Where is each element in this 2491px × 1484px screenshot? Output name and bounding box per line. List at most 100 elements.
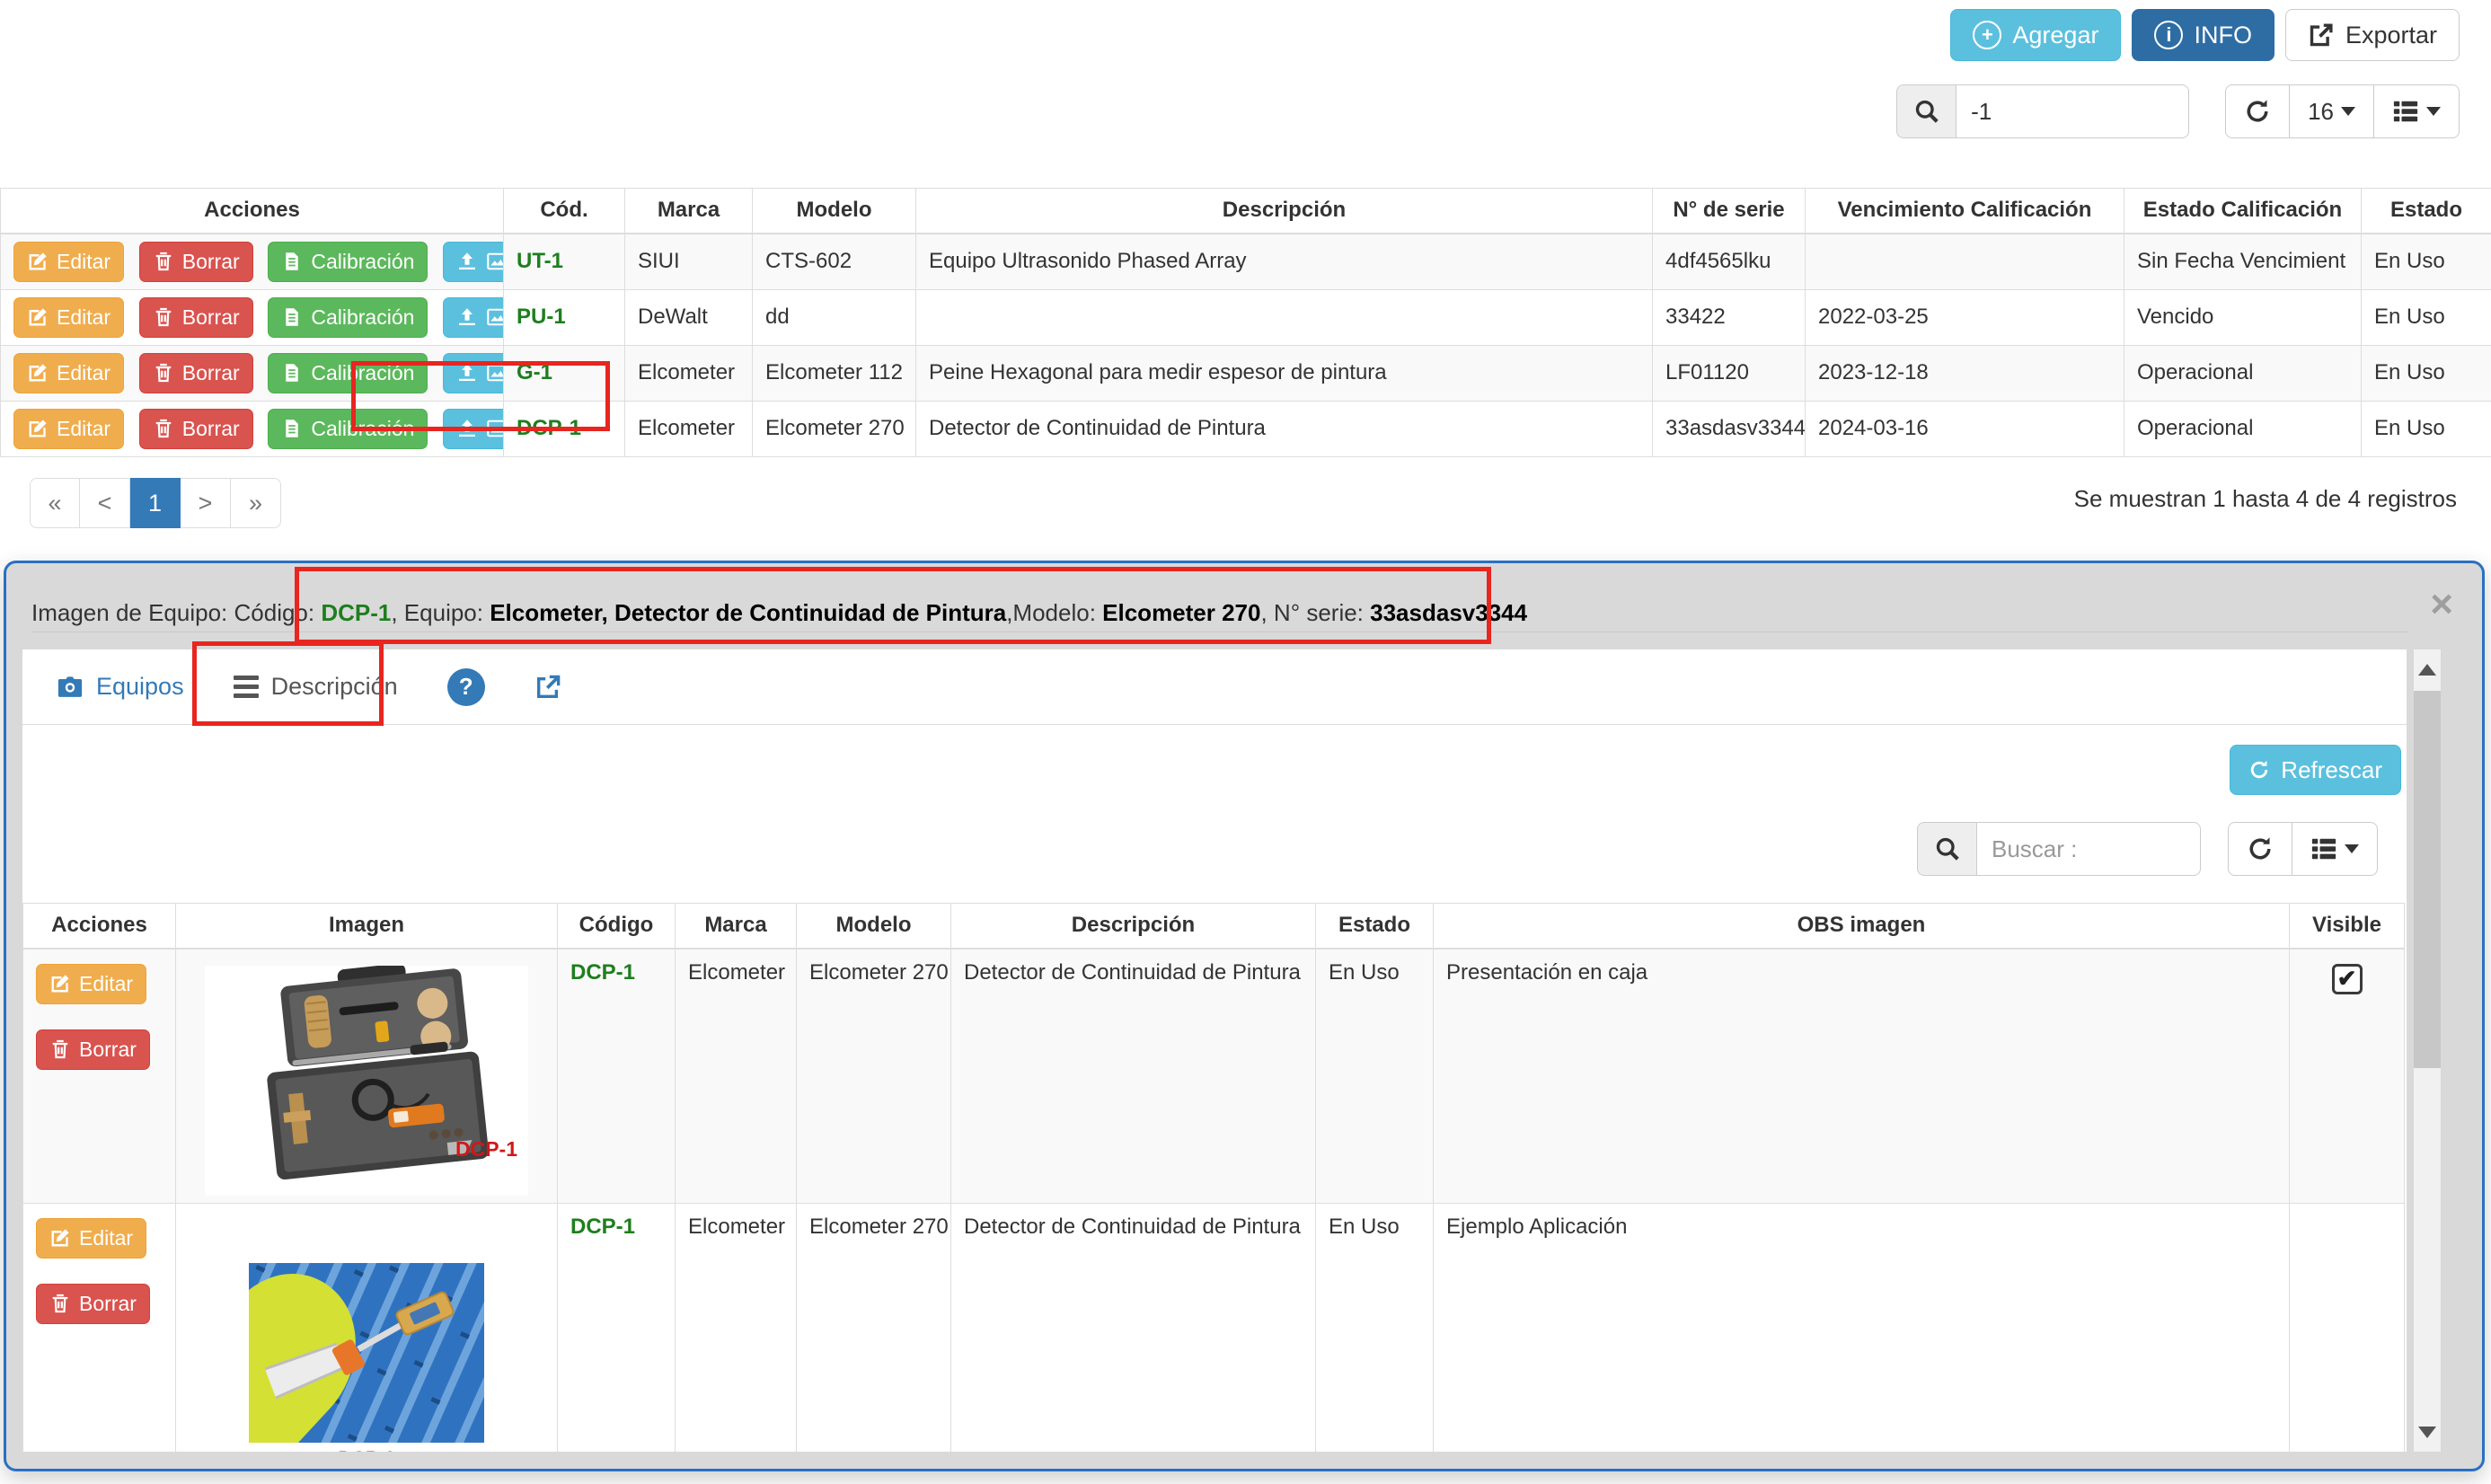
estado-calificacion-cell: Operacional	[2124, 401, 2362, 456]
actions-cell: Editar Borrar Calibración Imagen	[1, 234, 504, 290]
modelo-cell: Elcometer 112	[753, 345, 916, 401]
tab-equipos[interactable]: Equipos	[57, 673, 184, 701]
estado-cell: En Uso	[1316, 949, 1434, 1204]
editar-button[interactable]: Editar	[13, 242, 124, 282]
search-addon	[1896, 84, 1956, 138]
page-next-button[interactable]: >	[181, 478, 231, 528]
images-search-input[interactable]	[1976, 822, 2201, 876]
pagination: « < 1 > »	[30, 478, 281, 528]
borrar-label: Borrar	[182, 417, 240, 441]
exportar-button[interactable]: Exportar	[2285, 9, 2460, 61]
menu-icon	[234, 676, 259, 698]
borrar-button[interactable]: Borrar	[36, 1284, 150, 1324]
chevron-up-icon	[2418, 664, 2436, 676]
export-icon	[2308, 22, 2335, 49]
pencil-icon	[49, 1227, 71, 1249]
scroll-down-button[interactable]	[2414, 1412, 2441, 1452]
borrar-label: Borrar	[182, 305, 240, 330]
calibracion-button[interactable]: Calibración	[268, 297, 428, 338]
columns-button[interactable]	[2292, 822, 2378, 876]
page-last-button[interactable]: »	[231, 478, 281, 528]
page-prev-button[interactable]: <	[80, 478, 130, 528]
calibracion-button[interactable]: Calibración	[268, 242, 428, 282]
caret-down-icon	[2345, 844, 2359, 853]
vencimiento-cell: 2024-03-16	[1806, 401, 2124, 456]
actions-cell: Editar Borrar Calibración Imagen	[1, 345, 504, 401]
editar-button[interactable]: Editar	[36, 1218, 146, 1259]
table-search-group	[1896, 84, 2189, 138]
title-sep: , Equipo:	[391, 599, 490, 626]
refrescar-button[interactable]: Refrescar	[2230, 745, 2401, 795]
agregar-button[interactable]: + Agregar	[1950, 9, 2121, 61]
images-controls	[1917, 822, 2378, 876]
camera-icon	[57, 674, 84, 701]
editar-label: Editar	[79, 1226, 133, 1250]
image-row: Editar Borrar	[23, 1203, 2405, 1452]
pencil-icon	[27, 251, 49, 272]
scrollbar-thumb[interactable]	[2414, 691, 2441, 1068]
refresh-button[interactable]	[2225, 84, 2290, 138]
document-icon	[281, 251, 303, 272]
title-equipo: Elcometer, Detector de Continuidad de Pi…	[490, 599, 1006, 626]
calibracion-button[interactable]: Calibración	[268, 409, 428, 449]
visible-checkbox[interactable]: ✔	[2332, 964, 2363, 994]
scroll-up-button[interactable]	[2414, 649, 2441, 689]
refrescar-label: Refrescar	[2281, 756, 2382, 784]
tab-descripcion[interactable]: Descripción	[234, 673, 398, 701]
actions-cell: Editar Borrar	[23, 949, 176, 1204]
imagen-button[interactable]: Imagen	[443, 297, 503, 338]
search-icon	[1934, 835, 1961, 862]
modelo-cell: Elcometer 270	[797, 1203, 951, 1452]
table-row: Editar Borrar Calibración Imagen UT-1 SI…	[1, 234, 2491, 290]
upload-icon	[456, 251, 478, 272]
col-header-modelo: Modelo	[753, 189, 916, 234]
columns-button[interactable]	[2374, 84, 2460, 138]
borrar-button[interactable]: Borrar	[139, 409, 253, 449]
trash-icon	[153, 418, 174, 439]
table-controls: 16	[1896, 84, 2460, 138]
table-row: Editar Borrar Calibración Imagen DCP-1 E…	[1, 401, 2491, 456]
modelo-cell: dd	[753, 289, 916, 345]
pencil-icon	[27, 306, 49, 328]
editar-button[interactable]: Editar	[13, 297, 124, 338]
page: + Agregar i INFO Exportar 16	[0, 0, 2491, 1484]
borrar-button[interactable]: Borrar	[139, 353, 253, 393]
borrar-button[interactable]: Borrar	[139, 242, 253, 282]
upload-icon	[456, 418, 478, 439]
title-sep: ,Modelo:	[1006, 599, 1102, 626]
editar-button[interactable]: Editar	[13, 409, 124, 449]
page-size-select[interactable]: 16	[2290, 84, 2374, 138]
calibracion-label: Calibración	[311, 417, 414, 441]
external-link-icon[interactable]	[534, 674, 561, 701]
imagen-button[interactable]: Imagen	[443, 242, 503, 282]
help-icon[interactable]: ?	[447, 668, 485, 706]
serie-cell: 33asdasv3344	[1653, 401, 1806, 456]
descripcion-cell: Equipo Ultrasonido Phased Array	[916, 234, 1653, 290]
page-1-button[interactable]: 1	[130, 478, 181, 528]
editar-button[interactable]: Editar	[36, 964, 146, 1004]
col-header-modelo: Modelo	[797, 904, 951, 949]
info-button[interactable]: i INFO	[2132, 9, 2275, 61]
refresh-button[interactable]	[2228, 822, 2292, 876]
search-input[interactable]	[1956, 84, 2189, 138]
imagen-button[interactable]: Imagen	[443, 353, 503, 393]
borrar-button[interactable]: Borrar	[139, 297, 253, 338]
toolbar: + Agregar i INFO Exportar	[1950, 9, 2460, 61]
document-icon	[281, 418, 303, 439]
col-header-marca: Marca	[676, 904, 797, 949]
page-first-button[interactable]: «	[30, 478, 80, 528]
close-icon[interactable]: ×	[2430, 585, 2453, 624]
editar-label: Editar	[57, 305, 110, 330]
borrar-button[interactable]: Borrar	[36, 1029, 150, 1070]
modal-tabs: Equipos Descripción ?	[22, 649, 2407, 725]
imagen-button[interactable]: Imagen	[443, 409, 503, 449]
equipment-photo-application	[249, 1263, 484, 1443]
modal-scrollbar[interactable]	[2414, 649, 2441, 1452]
editar-button[interactable]: Editar	[13, 353, 124, 393]
col-header-descripcion: Descripción	[916, 189, 1653, 234]
estado-calificacion-cell: Sin Fecha Vencimient	[2124, 234, 2362, 290]
col-header-obs-imagen: OBS imagen	[1434, 904, 2290, 949]
serie-cell: LF01120	[1653, 345, 1806, 401]
equipment-photo-kit: DCP-1	[205, 966, 528, 1196]
calibracion-button[interactable]: Calibración	[268, 353, 428, 393]
